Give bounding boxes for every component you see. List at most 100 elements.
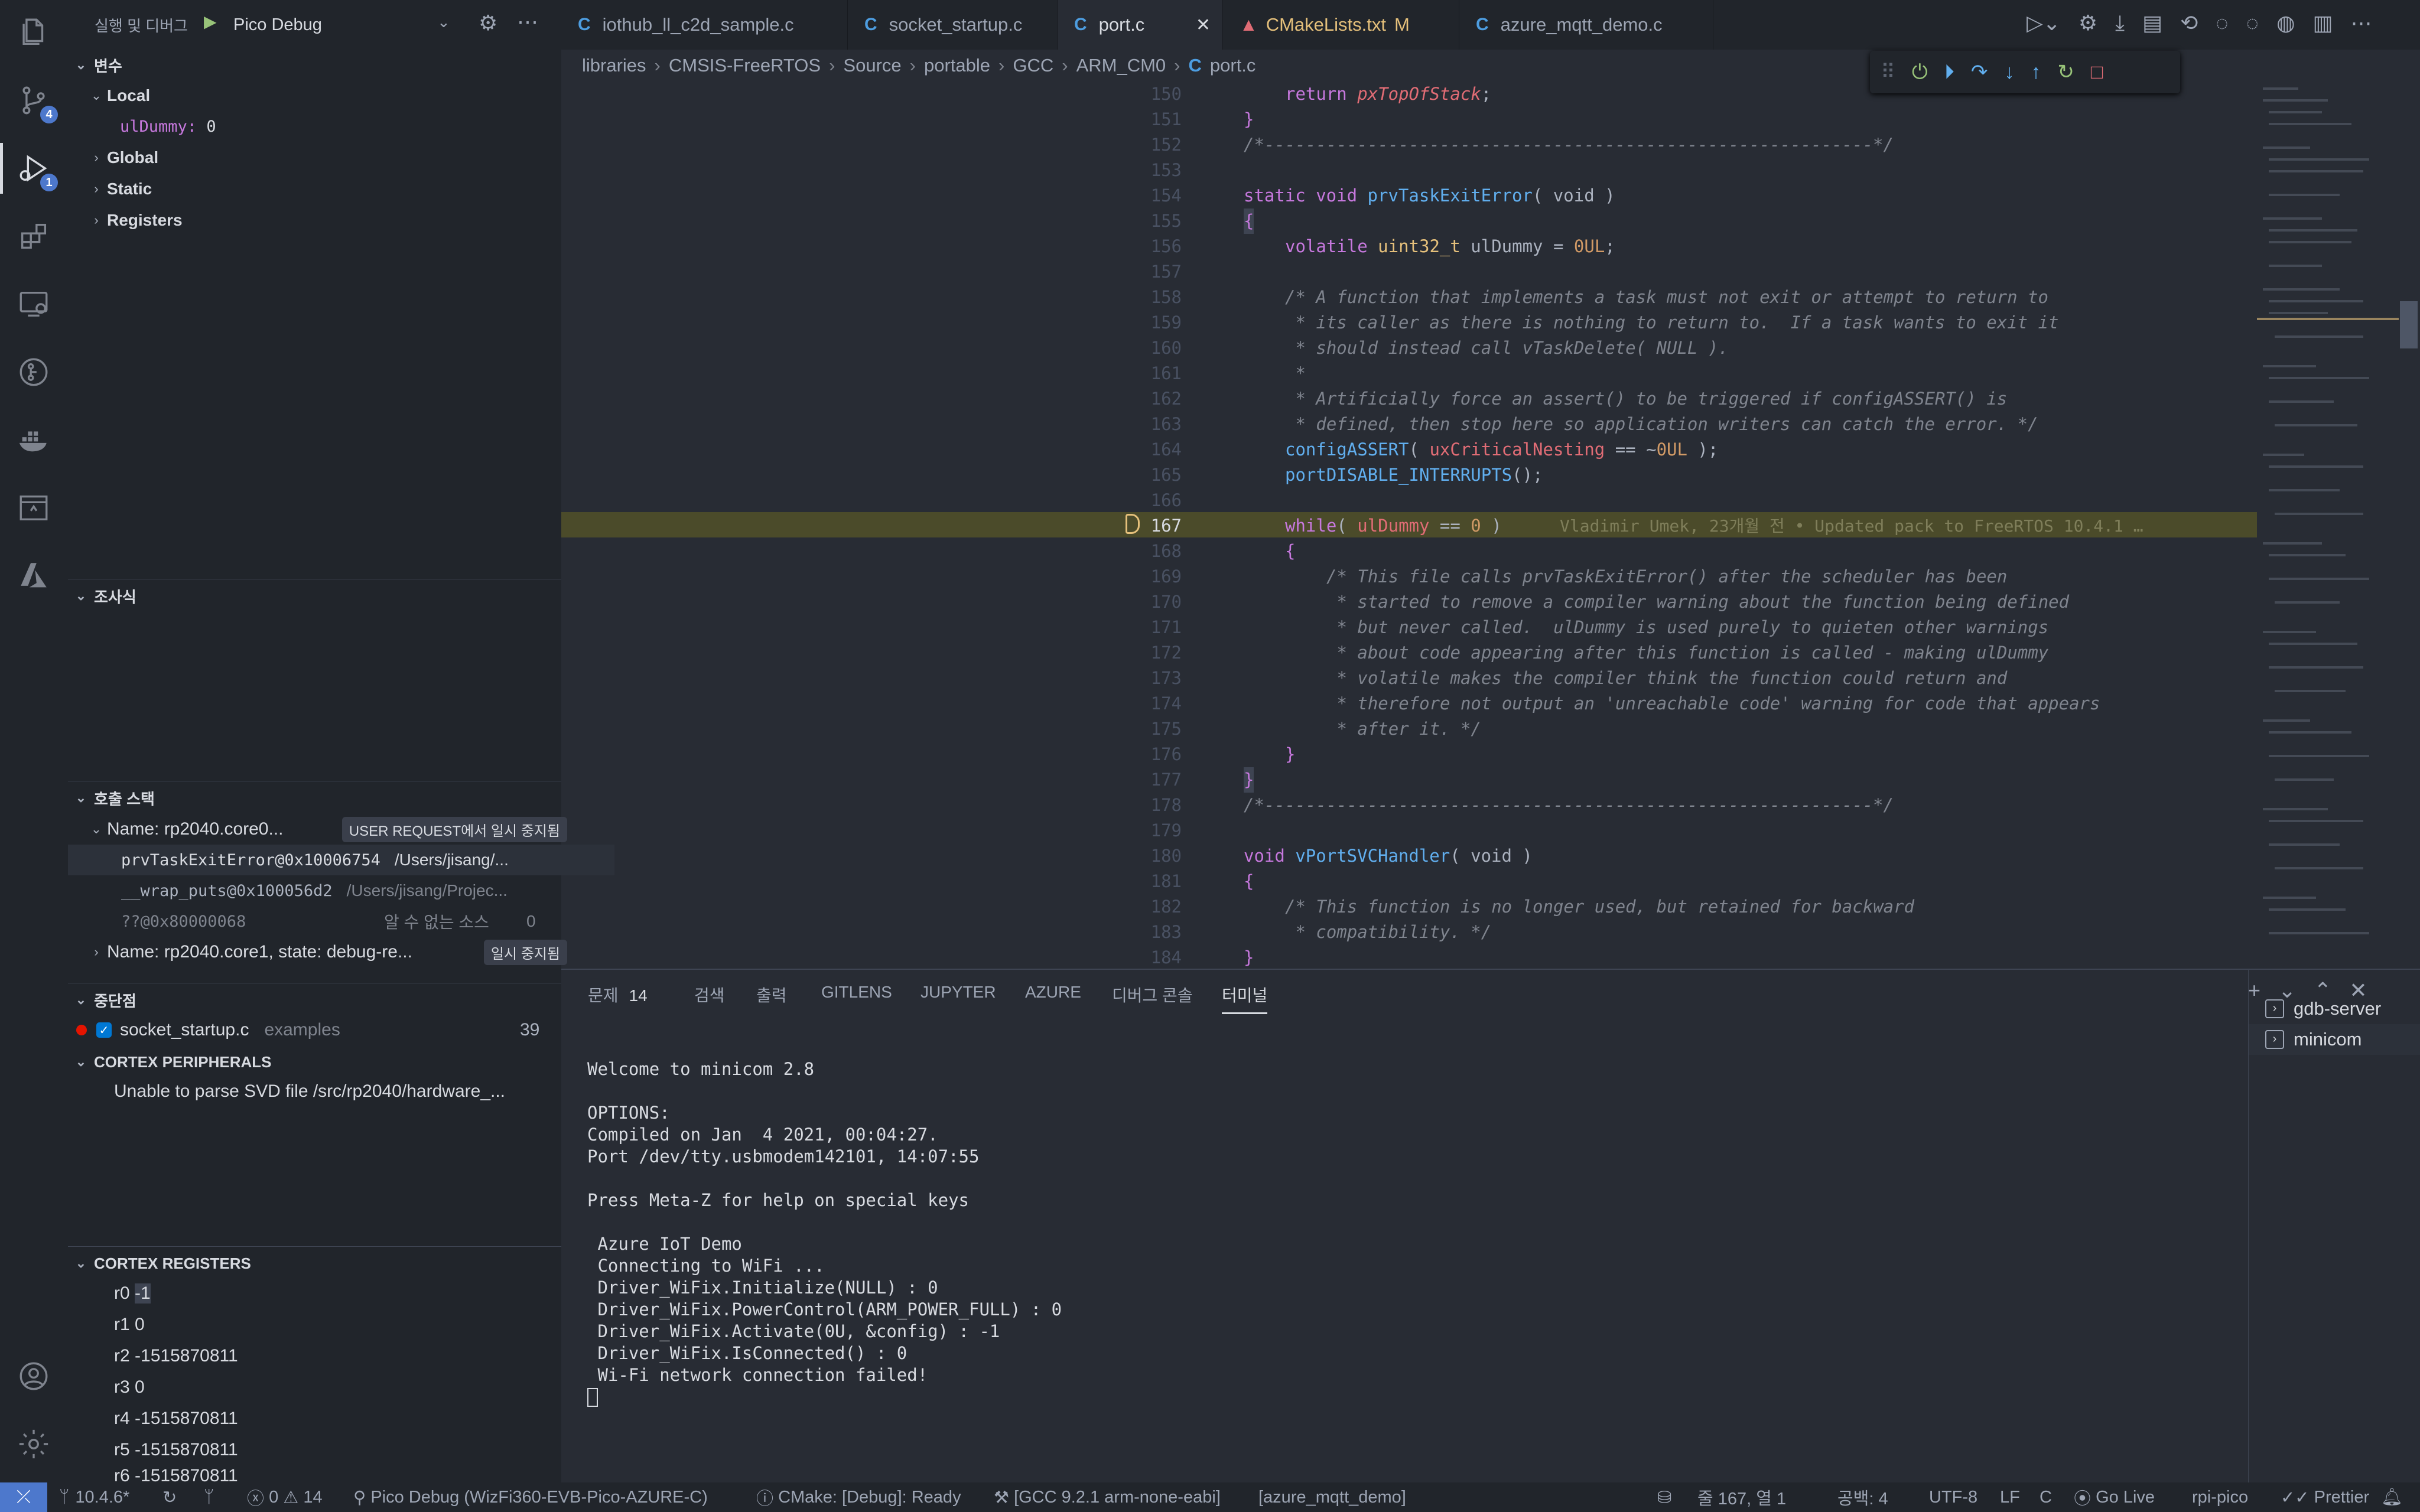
settings-gear-icon[interactable] — [13, 1423, 54, 1465]
more-actions-icon[interactable]: ⋯ — [2351, 11, 2372, 36]
remote-indicator-icon[interactable]: ⤫ — [0, 1482, 47, 1512]
tab-socket-startup[interactable]: Csocket_startup.c — [848, 0, 1058, 50]
notifications-icon[interactable]: 🔔︎ — [2381, 1482, 2403, 1512]
database-icon[interactable]: ⛁ — [1657, 1482, 1671, 1512]
step-over-icon[interactable]: ↷ — [1971, 60, 1988, 84]
step-into-icon[interactable]: ↓ — [2004, 61, 2014, 84]
breadcrumb-item[interactable]: portable — [924, 55, 990, 76]
sync-icon[interactable]: ↻ — [162, 1482, 177, 1512]
gitlens-icon[interactable] — [13, 351, 54, 393]
stop-icon[interactable]: □ — [2091, 61, 2103, 84]
watch-section-header[interactable]: ⌄ 조사식 — [68, 579, 561, 612]
gear-icon[interactable]: ⚙ — [2079, 11, 2097, 36]
indentation[interactable]: 공백: 4 — [1837, 1482, 1888, 1512]
prettier-status[interactable]: ✓✓ Prettier — [2281, 1482, 2369, 1512]
encoding[interactable]: UTF-8 — [1929, 1482, 1977, 1512]
scope-static[interactable]: › Static — [68, 174, 579, 204]
debug-config-select[interactable]: Pico Debug — [233, 0, 322, 50]
extensions-icon[interactable] — [13, 216, 54, 257]
timeline-icon[interactable]: ◍ — [2276, 11, 2295, 36]
step-out-icon[interactable]: ↑ — [2031, 61, 2041, 84]
tab-port-c[interactable]: Cport.c ✕ — [1058, 0, 1223, 50]
language-mode[interactable]: C — [2040, 1482, 2052, 1512]
thread-core1[interactable]: › Name: rp2040.core1, state: debug-re... 일… — [68, 937, 579, 967]
thread-core0[interactable]: ⌄ Name: rp2040.core0... USER REQUEST에서 일시 … — [68, 814, 579, 845]
docker-icon[interactable] — [13, 419, 54, 461]
debug-settings-icon[interactable]: ⚙ — [479, 11, 497, 35]
tab-debug-console[interactable]: 디버그 콘솔 — [1112, 983, 1193, 1006]
remote-explorer-icon[interactable] — [13, 284, 54, 325]
register-row[interactable]: r2 -1515870811 — [68, 1341, 607, 1371]
breakpoint-checkbox[interactable]: ✓ — [96, 1022, 112, 1038]
problems-status[interactable]: ⓧ 0 ⚠ 14 — [247, 1482, 323, 1512]
go-live-button[interactable]: ⦿ Go Live — [2074, 1482, 2155, 1512]
tab-gitlens[interactable]: GITLENS — [821, 983, 892, 1002]
editor-scrollbar[interactable] — [2400, 301, 2418, 348]
tab-azure[interactable]: AZURE — [1025, 983, 1081, 1002]
peripherals-section-header[interactable]: ⌄ CORTEX PERIPHERALS — [68, 1045, 561, 1078]
breakpoints-section-header[interactable]: ⌄ 중단점 — [68, 983, 561, 1016]
restart-icon[interactable]: ↻ — [2057, 60, 2074, 84]
registers-section-header[interactable]: ⌄ CORTEX REGISTERS — [68, 1246, 561, 1280]
tab-azure-mqtt-demo[interactable]: Cazure_mqtt_demo.c — [1459, 0, 1713, 50]
scope-global[interactable]: › Global — [68, 142, 579, 173]
more-actions-icon[interactable]: ⋯ — [517, 9, 538, 34]
power-icon[interactable]: ⏻ — [1912, 61, 1928, 84]
breadcrumb-item[interactable]: ARM_CM0 — [1076, 55, 1166, 76]
tab-search[interactable]: 검색 — [694, 983, 725, 1006]
minimap[interactable] — [2257, 82, 2399, 967]
register-row[interactable]: r3 0 — [68, 1372, 607, 1403]
cmake-status[interactable]: ⓘ CMake: [Debug]: Ready — [756, 1482, 961, 1512]
git-branch[interactable]: ᛘ 10.4.6* — [59, 1482, 129, 1512]
chevron-down-icon[interactable]: ⌄ — [437, 13, 450, 31]
breadcrumb-item[interactable]: libraries — [582, 55, 646, 76]
breadcrumb-item[interactable]: port.c — [1210, 55, 1256, 76]
board-selector[interactable]: rpi-pico — [2192, 1482, 2248, 1512]
tab-output[interactable]: 출력 — [756, 983, 787, 1006]
variable-row[interactable]: ulDummy: 0 — [68, 111, 613, 142]
end-of-line[interactable]: LF — [2000, 1482, 2020, 1512]
cursor-position[interactable]: 줄 167, 열 1 — [1697, 1482, 1786, 1512]
git-graph-icon[interactable]: ᛘ — [204, 1482, 214, 1512]
register-row[interactable]: r4 -1515870811 — [68, 1403, 607, 1434]
stack-frame[interactable]: ??@0x80000068 알 수 없는 소스 0 — [68, 906, 614, 937]
breadcrumb-item[interactable]: CMSIS-FreeRTOS — [669, 55, 821, 76]
register-row[interactable]: r5 -1515870811 — [68, 1435, 607, 1465]
tab-cmakelists[interactable]: ▲ CMakeLists.txt M — [1223, 0, 1459, 50]
scope-local[interactable]: ⌄ Local — [68, 80, 579, 111]
explorer-icon[interactable] — [13, 12, 54, 53]
build-icon[interactable]: ▤ — [2142, 11, 2162, 36]
source-control-icon[interactable]: 4 — [13, 80, 58, 123]
run-debug-icon[interactable]: 1 — [0, 143, 58, 194]
register-row[interactable]: r0 -1 — [68, 1278, 607, 1309]
drag-handle-icon[interactable]: ⠿ — [1881, 60, 1895, 84]
tab-iothub-ll-c2d-sample[interactable]: Ciothub_ll_c2d_sample.c — [561, 0, 848, 50]
terminal-output[interactable]: Welcome to minicom 2.8 OPTIONS: Compiled… — [587, 1058, 1062, 1386]
stack-frame[interactable]: __wrap_puts@0x100056d2/Users/jisang/Proj… — [68, 875, 614, 906]
debug-status[interactable]: ⚲ Pico Debug (WizFi360-EVB-Pico-AZURE-C) — [353, 1482, 708, 1512]
variables-section-header[interactable]: ⌄ 변수 — [68, 48, 561, 82]
stack-frame[interactable]: prvTaskExitError@0x10006754/Users/jisang… — [68, 845, 614, 875]
scope-registers[interactable]: › Registers — [68, 205, 579, 236]
breadcrumb-item[interactable]: GCC — [1013, 55, 1053, 76]
split-editor-icon[interactable]: ▥ — [2312, 11, 2333, 36]
breakpoint-item[interactable]: ✓ socket_startup.c examples 39 — [68, 1015, 570, 1045]
code-editor[interactable]: 150 return pxTopOfStack; 151} 152/*------… — [561, 82, 2257, 967]
terminal-item-minicom[interactable]: › minicom — [2249, 1024, 2420, 1055]
tab-problems[interactable]: 문제 14 — [588, 983, 648, 1006]
cmake-target[interactable]: [azure_mqtt_demo] — [1258, 1482, 1406, 1512]
download-icon[interactable]: ⤓ — [2115, 11, 2125, 36]
go-back-icon[interactable]: ⟲ — [2180, 11, 2198, 36]
close-icon[interactable]: ✕ — [1196, 15, 1211, 35]
terminal-item-gdb-server[interactable]: › gdb-server — [2249, 993, 2420, 1024]
next-change-icon[interactable]: ◌ — [2246, 11, 2259, 36]
previous-change-icon[interactable]: ◌ — [2216, 11, 2228, 36]
remote-window-icon[interactable] — [13, 487, 54, 529]
breadcrumb-item[interactable]: Source — [843, 55, 901, 76]
callstack-section-header[interactable]: ⌄ 호출 스택 — [68, 781, 561, 814]
register-row[interactable]: r1 0 — [68, 1309, 607, 1340]
register-row[interactable]: r6 -1515870811 — [68, 1466, 607, 1482]
run-icon[interactable]: ▷⌄ — [2027, 11, 2061, 36]
tab-jupyter[interactable]: JUPYTER — [920, 983, 996, 1002]
azure-icon[interactable] — [13, 555, 54, 597]
